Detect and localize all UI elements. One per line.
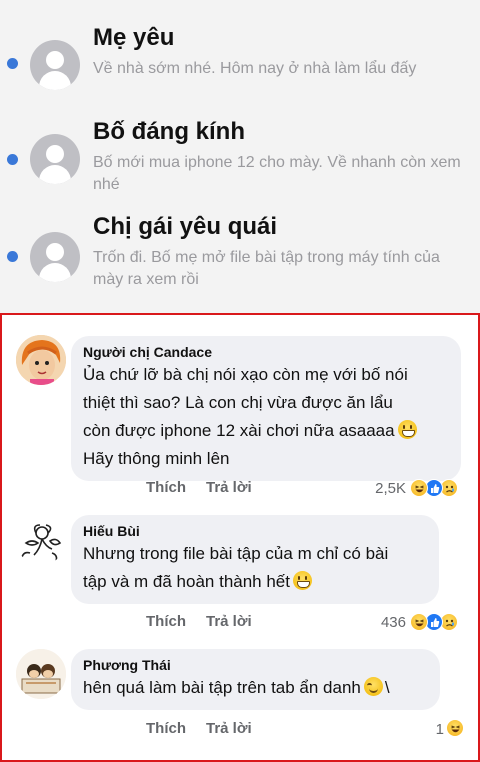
reply-action[interactable]: Trả lời bbox=[206, 613, 252, 630]
message-preview: Bố mới mua iphone 12 cho mày. Về nhanh c… bbox=[93, 154, 461, 193]
message-item-bo-dang-kinh[interactable]: Bố đáng kính Bố mới mua iphone 12 cho mà… bbox=[0, 96, 480, 193]
comment-line-text: hên quá làm bài tập trên tab ẩn danh bbox=[83, 678, 361, 697]
reaction-count[interactable]: 1 bbox=[422, 721, 444, 738]
reaction-icons[interactable] bbox=[410, 613, 466, 631]
grinning-emoji-icon bbox=[293, 571, 312, 590]
reaction-icons[interactable] bbox=[410, 479, 466, 497]
haha-icon bbox=[446, 719, 464, 737]
reaction-count[interactable]: 2,5K bbox=[364, 480, 406, 497]
comment-bubble: Phương Thái hên quá làm bài tập trên tab… bbox=[71, 649, 440, 710]
contact-name: Mẹ yêu bbox=[93, 24, 175, 51]
unread-dot bbox=[7, 58, 18, 69]
unread-dot bbox=[7, 154, 18, 165]
contact-name: Bố đáng kính bbox=[93, 118, 245, 145]
comment-line-text: tập và m đã hoàn thành hết bbox=[83, 572, 290, 591]
reply-action[interactable]: Trả lời bbox=[206, 720, 252, 737]
comment-line: tập và m đã hoàn thành hết bbox=[83, 568, 425, 596]
comment-line: Nhưng trong file bài tập của m chỉ có bà… bbox=[83, 544, 389, 563]
comment-bubble: Hiếu Bùi Nhưng trong file bài tập của m … bbox=[71, 515, 439, 604]
avatar[interactable] bbox=[16, 649, 66, 699]
comment-bubble: Người chị Candace Ủa chứ lỡ bà chị nói x… bbox=[71, 336, 461, 481]
haha-icon bbox=[410, 479, 428, 497]
avatar[interactable] bbox=[16, 515, 66, 565]
message-preview: Trốn đi. Bố mẹ mở file bài tập trong máy… bbox=[93, 249, 440, 288]
avatar[interactable] bbox=[16, 335, 66, 385]
haha-icon bbox=[410, 613, 428, 631]
message-list: Mẹ yêu Về nhà sớm nhé. Hôm nay ở nhà làm… bbox=[0, 0, 480, 313]
like-action[interactable]: Thích bbox=[146, 613, 186, 630]
message-item-chi-gai[interactable]: Chị gái yêu quái Trốn đi. Bố mẹ mở file … bbox=[0, 192, 480, 288]
comment-line: còn được iphone 12 xài chơi nữa asaaaa bbox=[83, 417, 447, 445]
grinning-emoji-icon bbox=[397, 420, 417, 439]
unread-dot bbox=[7, 251, 18, 262]
avatar-placeholder-icon bbox=[30, 134, 80, 184]
comment-line: hên quá làm bài tập trên tab ẩn danh \ bbox=[83, 677, 390, 697]
message-preview: Về nhà sớm nhé. Hôm nay ở nhà làm lẩu đấ… bbox=[93, 60, 417, 77]
relieved-emoji-icon bbox=[363, 677, 383, 696]
comment-line: Ủa chứ lỡ bà chị nói xạo còn mẹ với bố n… bbox=[83, 365, 408, 384]
comments-section: Người chị Candace Ủa chứ lỡ bà chị nói x… bbox=[0, 313, 480, 762]
reaction-icons[interactable] bbox=[446, 719, 468, 737]
like-action[interactable]: Thích bbox=[146, 479, 186, 496]
like-action[interactable]: Thích bbox=[146, 720, 186, 737]
comment-author[interactable]: Hiếu Bùi bbox=[83, 522, 425, 540]
comment-line: thiệt thì sao? Là con chị vừa được ăn lẩ… bbox=[83, 393, 393, 412]
reaction-count[interactable]: 436 bbox=[364, 614, 406, 631]
message-item-me-yeu[interactable]: Mẹ yêu Về nhà sớm nhé. Hôm nay ở nhà làm… bbox=[0, 0, 480, 96]
reply-action[interactable]: Trả lời bbox=[206, 479, 252, 496]
avatar-placeholder-icon bbox=[30, 40, 80, 90]
contact-name: Chị gái yêu quái bbox=[93, 213, 278, 240]
comment-line-text: còn được iphone 12 xài chơi nữa asaaaa bbox=[83, 421, 395, 440]
comment-author[interactable]: Phương Thái bbox=[83, 656, 426, 674]
avatar-placeholder-icon bbox=[30, 232, 80, 282]
comment-line: Hãy thông minh lên bbox=[83, 449, 230, 468]
comment-author[interactable]: Người chị Candace bbox=[83, 343, 447, 361]
